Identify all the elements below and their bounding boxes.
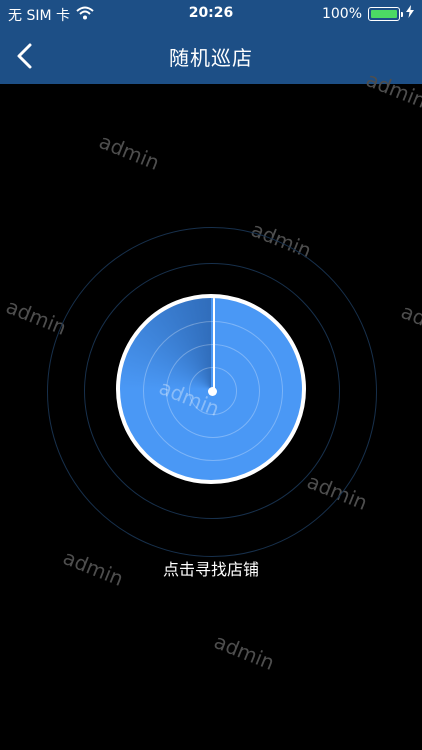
find-store-hint[interactable]: 点击寻找店铺 bbox=[0, 556, 422, 580]
radar-center-dot bbox=[208, 387, 217, 396]
page-title: 随机巡店 bbox=[169, 46, 253, 70]
watermark: admin bbox=[397, 299, 422, 345]
nav-bar: 随机巡店 bbox=[0, 28, 422, 84]
battery-cap bbox=[401, 11, 403, 17]
status-bar: 无 SIM 卡 20:26 100% bbox=[0, 0, 422, 28]
battery-percent: 100% bbox=[321, 5, 362, 22]
radar-needle bbox=[213, 298, 215, 392]
battery-fill bbox=[371, 9, 397, 18]
status-right: 100% bbox=[322, 5, 414, 22]
charging-icon bbox=[406, 5, 414, 22]
watermark: admin bbox=[95, 129, 163, 175]
watermark: admin bbox=[210, 629, 278, 675]
battery-icon bbox=[368, 6, 403, 21]
radar-scan-button[interactable]: admin bbox=[116, 294, 306, 484]
